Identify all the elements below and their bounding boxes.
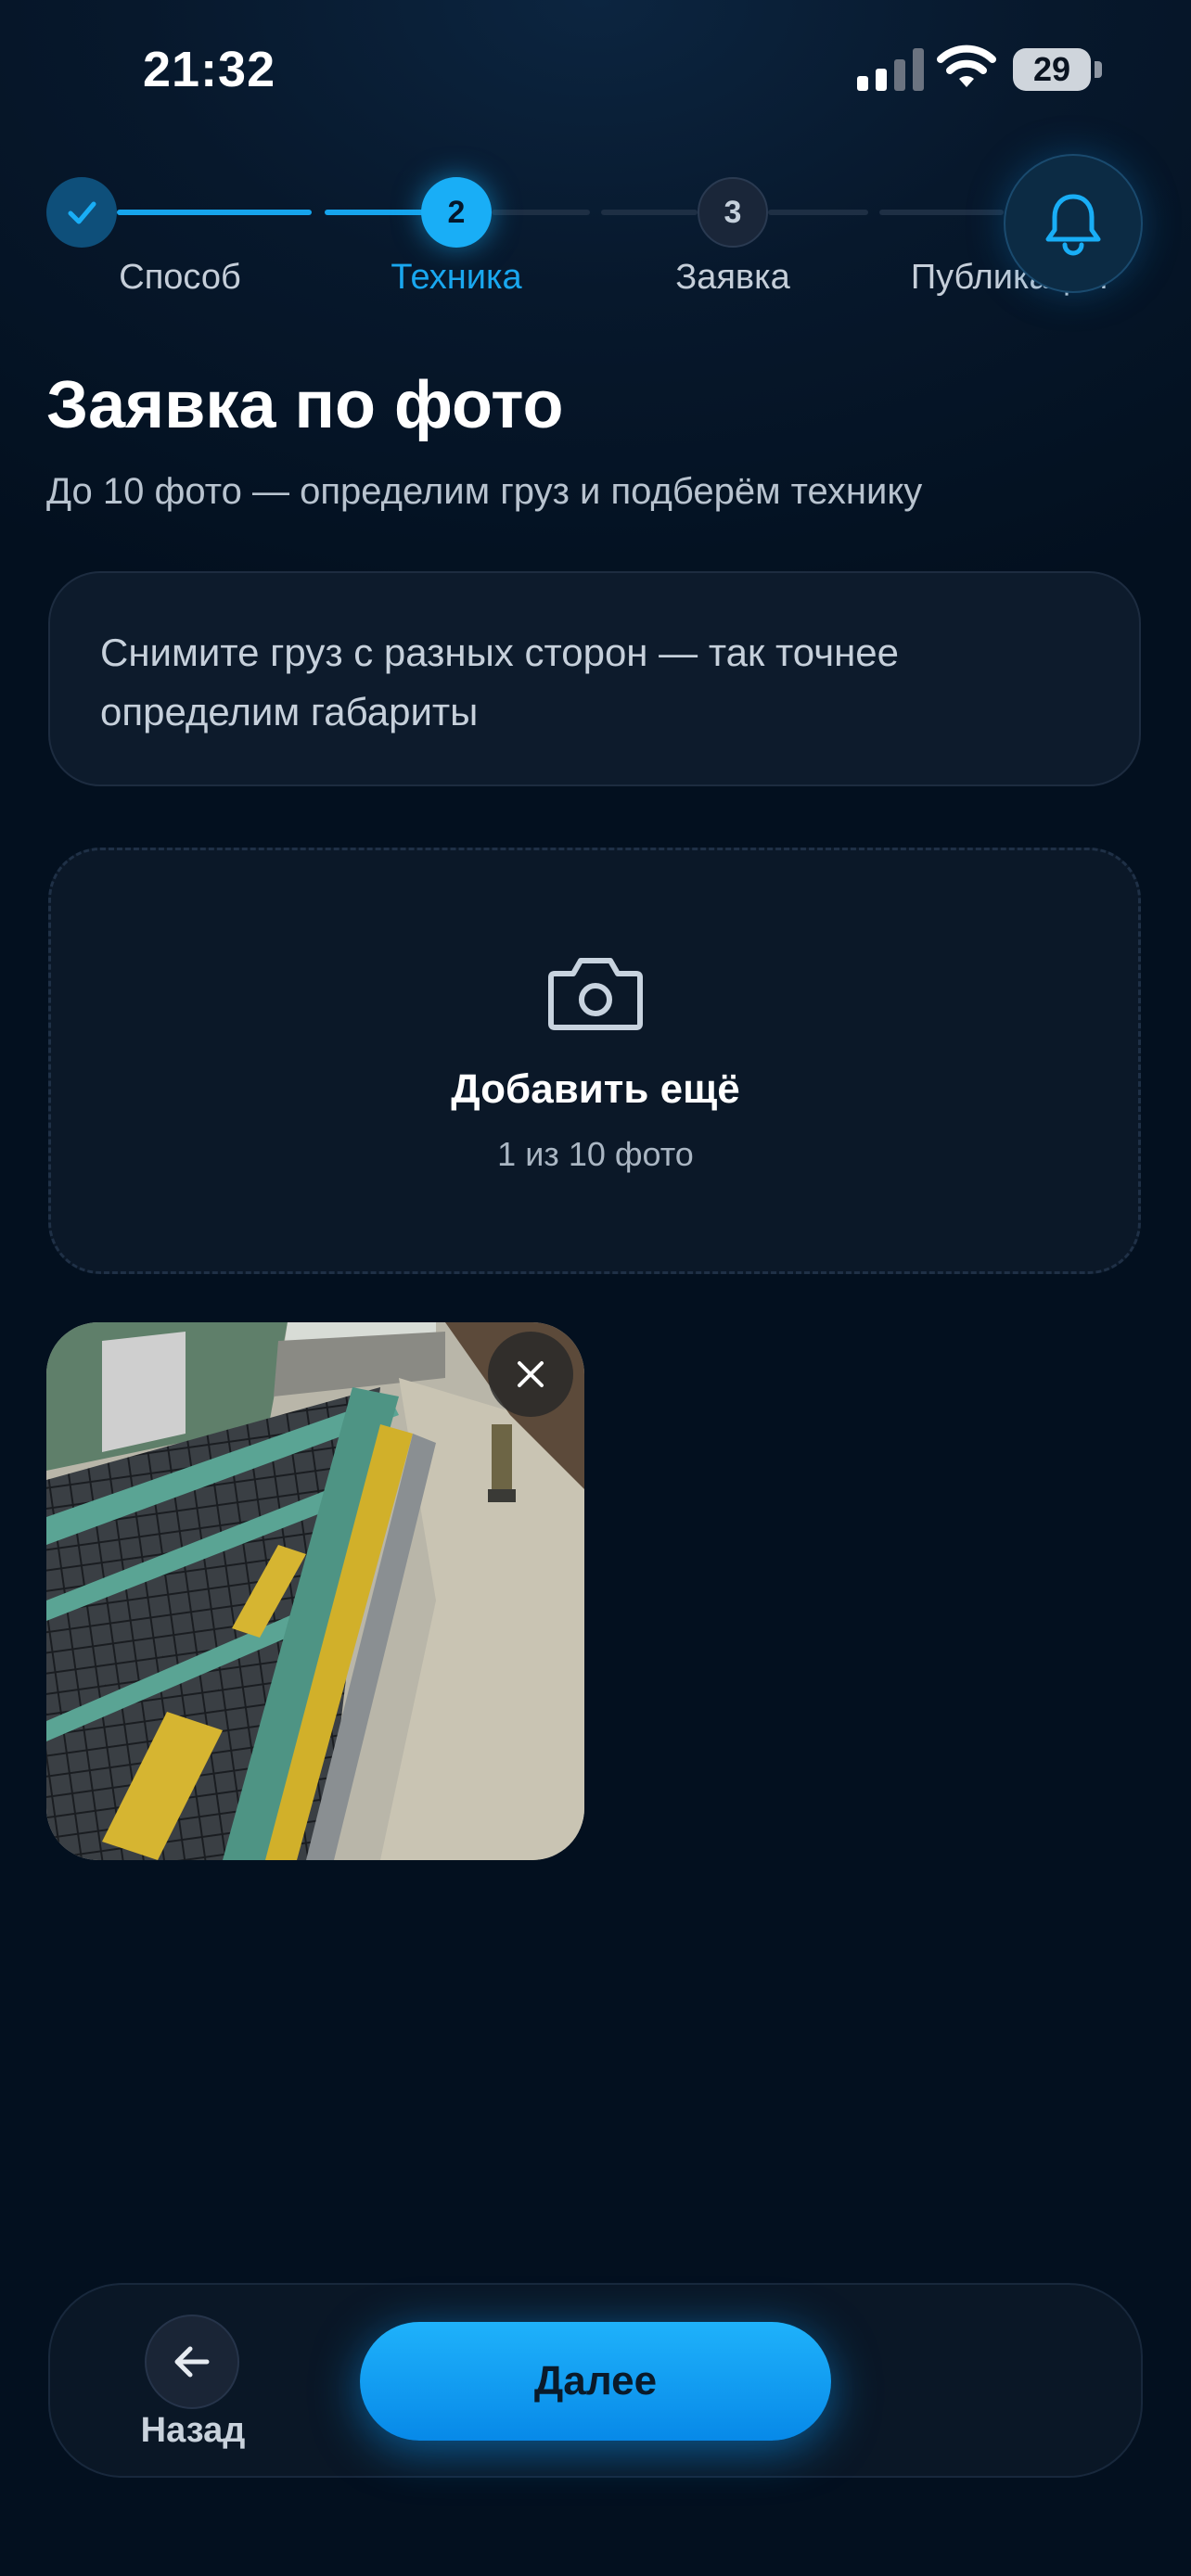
photo-count: 1 из 10 фото <box>497 1135 694 1173</box>
step-connector-1 <box>117 210 312 215</box>
next-button[interactable]: Далее <box>360 2322 831 2441</box>
battery-nub <box>1095 61 1102 78</box>
status-time: 21:32 <box>143 42 276 97</box>
step-connector-4 <box>879 210 1004 215</box>
step-label-vehicle: Техника <box>391 258 522 297</box>
step-label-request: Заявка <box>675 258 790 297</box>
arrow-left-icon <box>174 2346 210 2378</box>
add-photo-title: Добавить ещё <box>451 1066 740 1112</box>
tip-text: Снимите груз с разных сторон — так точне… <box>100 631 899 733</box>
battery-icon: 29 <box>1013 48 1091 91</box>
camera-icon <box>548 958 643 1030</box>
check-icon <box>68 201 96 224</box>
signal-icon <box>857 48 924 91</box>
step-label-method: Способ <box>119 258 241 297</box>
tip-card: Снимите груз с разных сторон — так точне… <box>48 571 1141 786</box>
page-title: Заявка по фото <box>46 368 564 442</box>
step-1-done[interactable] <box>46 177 117 248</box>
add-photo-button[interactable] <box>48 848 1141 1274</box>
close-icon <box>518 1361 544 1387</box>
step-connector-2a <box>325 210 427 215</box>
step-connector-2b <box>492 210 590 215</box>
back-label[interactable]: Назад <box>111 2411 275 2451</box>
step-2-active[interactable]: 2 <box>421 177 492 248</box>
bell-icon <box>1045 194 1101 256</box>
remove-photo-button[interactable] <box>488 1332 573 1417</box>
step-connector-3b <box>768 210 868 215</box>
step-3-pending[interactable]: 3 <box>698 177 768 248</box>
wifi-icon <box>937 45 996 87</box>
back-button[interactable] <box>145 2315 239 2409</box>
step-connector-3a <box>601 210 698 215</box>
page-subtitle: До 10 фото — определим груз и подберём т… <box>46 471 923 512</box>
notifications-button[interactable] <box>1004 154 1143 293</box>
